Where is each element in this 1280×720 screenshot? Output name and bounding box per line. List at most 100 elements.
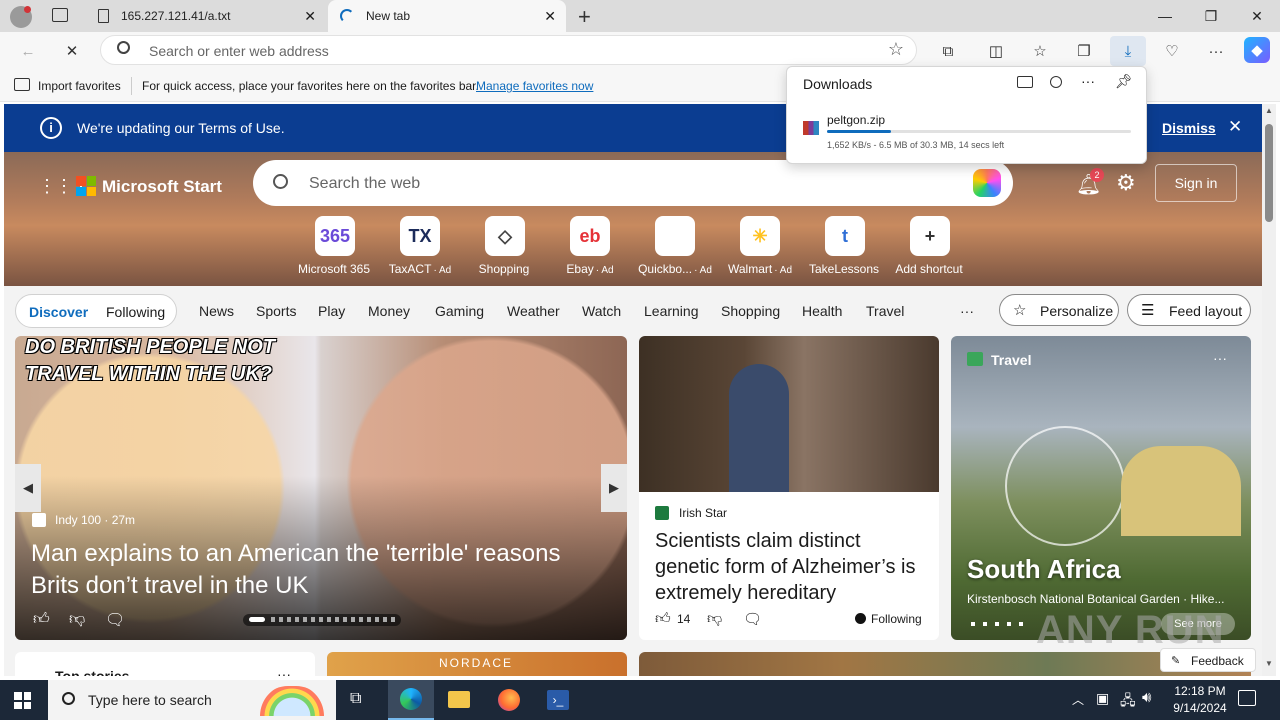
powershell-icon[interactable]: ›_ (547, 690, 569, 710)
address-input[interactable]: Search or enter web address (149, 43, 329, 59)
tab-file[interactable]: 165.227.121.41/a.txt ✕ (88, 0, 326, 32)
tab-new[interactable]: New tab ✕ (328, 0, 566, 32)
shortcut-5[interactable]: ✳ Walmart · Ad (720, 216, 800, 276)
copilot-icon[interactable]: ◆ (1244, 37, 1270, 63)
gear-icon[interactable]: ⚙ (1116, 170, 1136, 196)
clock-time[interactable]: 12:18 PM (1170, 684, 1230, 698)
shortcut-2[interactable]: ◇ Shopping (465, 216, 545, 276)
extensions-icon[interactable]: ⧉ (934, 37, 962, 65)
task-view-icon[interactable]: ⧉ (350, 690, 361, 708)
stop-icon[interactable]: ✕ (58, 37, 86, 65)
nav-shopping[interactable]: Shopping (721, 303, 780, 319)
taskbar-search-box[interactable]: Type here to search (48, 680, 336, 720)
nav-weather[interactable]: Weather (507, 303, 560, 319)
sign-in-button[interactable]: Sign in (1155, 164, 1237, 202)
following-label[interactable]: Following (871, 612, 922, 626)
shortcut-7[interactable]: + Add shortcut (890, 216, 970, 276)
scroll-thumb[interactable] (1265, 124, 1273, 222)
minimize-button[interactable]: — (1142, 0, 1188, 32)
download-filename[interactable]: peltgon.zip (827, 113, 885, 127)
nav-gaming[interactable]: Gaming (435, 303, 484, 319)
feed-layout-button[interactable]: ☰ Feed layout (1127, 294, 1251, 326)
favorite-star-icon[interactable]: ☆ (888, 39, 904, 60)
nav-learning[interactable]: Learning (644, 303, 699, 319)
nav-play[interactable]: Play (318, 303, 345, 319)
dislike-icon[interactable]: 👎︎ (69, 610, 85, 629)
search-icon[interactable] (1050, 76, 1062, 88)
story-headline[interactable]: Man explains to an American the 'terribl… (31, 538, 611, 602)
dislike-icon[interactable]: 👎︎ (707, 610, 722, 628)
main-story-card[interactable]: DO BRITISH PEOPLE NOT TRAVEL WITHIN THE … (15, 336, 627, 640)
edge-taskbar-icon[interactable] (388, 680, 434, 720)
web-search-input[interactable]: Search the web (309, 175, 420, 193)
restore-button[interactable]: ❐ (1188, 0, 1234, 32)
nav-watch[interactable]: Watch (582, 303, 621, 319)
shortcut-4[interactable]: qb Quickbo... · Ad (635, 216, 715, 276)
page-scrollbar[interactable]: ▲ ▼ (1262, 104, 1276, 676)
travel-card[interactable]: Travel ··· South Africa Kirstenbosch Nat… (951, 336, 1251, 640)
brand-title[interactable]: Microsoft Start (102, 177, 222, 197)
import-favorites-button[interactable]: Import favorites (38, 79, 121, 93)
network-icon[interactable]: 🖧︎ (1120, 690, 1136, 714)
tab-discover[interactable]: Discover (29, 304, 88, 320)
more-options-icon[interactable]: ··· (1081, 73, 1095, 89)
dismiss-button[interactable]: Dismiss (1162, 120, 1216, 136)
browser-essentials-icon[interactable]: ♡ (1158, 37, 1186, 65)
nav-money[interactable]: Money (368, 303, 410, 319)
prev-arrow-button[interactable]: ◀ (15, 464, 41, 512)
comment-icon[interactable]: 🗨︎ (105, 610, 125, 630)
more-options-icon[interactable]: ··· (1213, 350, 1227, 366)
windows-start-icon[interactable] (14, 692, 31, 709)
profile-icon[interactable] (10, 6, 32, 28)
close-icon[interactable]: ✕ (304, 8, 316, 25)
nav-travel[interactable]: Travel (866, 303, 904, 319)
tab-actions-icon[interactable] (52, 8, 68, 22)
personalize-button[interactable]: ☆ Personalize (999, 294, 1119, 326)
file-explorer-icon[interactable] (448, 691, 470, 708)
like-icon[interactable]: 👍︎ (33, 610, 50, 629)
ad-card[interactable]: NORDACE (327, 652, 627, 676)
shortcut-0[interactable]: 365 Microsoft 365 (295, 216, 375, 276)
scroll-up-arrow[interactable]: ▲ (1265, 106, 1273, 115)
tab-following[interactable]: Following (106, 304, 165, 320)
firefox-icon[interactable] (498, 689, 520, 711)
close-icon[interactable]: ✕ (544, 8, 556, 25)
settings-more-icon[interactable]: ··· (1202, 37, 1230, 65)
back-icon[interactable]: ← (14, 37, 42, 65)
device-icon[interactable]: ▣ (1096, 690, 1109, 707)
show-hidden-icons-icon[interactable]: ︿ (1072, 691, 1084, 708)
web-search-box[interactable]: Search the web (253, 160, 1013, 206)
nav-news[interactable]: News (199, 303, 234, 319)
like-icon[interactable]: 👍︎ (655, 610, 671, 628)
favorites-icon[interactable]: ☆ (1026, 37, 1054, 65)
more-menu-button[interactable]: ··· (960, 303, 974, 319)
more-options-icon[interactable]: ··· (277, 666, 291, 676)
shortcut-3[interactable]: eb Ebay · Ad (550, 216, 630, 276)
close-banner-icon[interactable]: ✕ (1228, 117, 1242, 137)
collections-icon[interactable]: ❐ (1070, 37, 1098, 65)
copilot-icon[interactable] (973, 169, 1001, 197)
new-tab-button[interactable]: + (578, 4, 591, 30)
address-bar[interactable]: Search or enter web address ☆ (100, 35, 917, 65)
top-stories-card[interactable]: Top stories ··· (15, 652, 315, 676)
volume-icon[interactable]: 🔊︎ (1142, 689, 1151, 706)
close-window-button[interactable]: ✕ (1234, 0, 1280, 32)
nav-sports[interactable]: Sports (256, 303, 296, 319)
taskbar-search-input[interactable]: Type here to search (88, 692, 212, 708)
news-card[interactable]: Irish Star Scientists claim distinct gen… (639, 336, 939, 640)
downloads-icon[interactable]: ⤓ (1110, 36, 1146, 66)
folder-icon[interactable] (1017, 76, 1033, 88)
news-headline[interactable]: Scientists claim distinct genetic form o… (655, 528, 927, 606)
pin-icon[interactable]: 📌︎ (1115, 73, 1133, 90)
clock-date[interactable]: 9/14/2024 (1166, 701, 1234, 715)
comment-icon[interactable]: 🗨︎ (743, 610, 762, 628)
nav-health[interactable]: Health (802, 303, 842, 319)
travel-title[interactable]: South Africa (967, 554, 1121, 585)
manage-favorites-link[interactable]: Manage favorites now (476, 79, 593, 93)
notifications-icon[interactable] (1238, 690, 1256, 706)
split-screen-icon[interactable]: ◫ (982, 37, 1010, 65)
shortcut-6[interactable]: t TakeLessons (805, 216, 885, 276)
scroll-down-arrow[interactable]: ▼ (1265, 659, 1273, 668)
shortcut-1[interactable]: TX TaxACT · Ad (380, 216, 460, 276)
next-arrow-button[interactable]: ▶ (601, 464, 627, 512)
